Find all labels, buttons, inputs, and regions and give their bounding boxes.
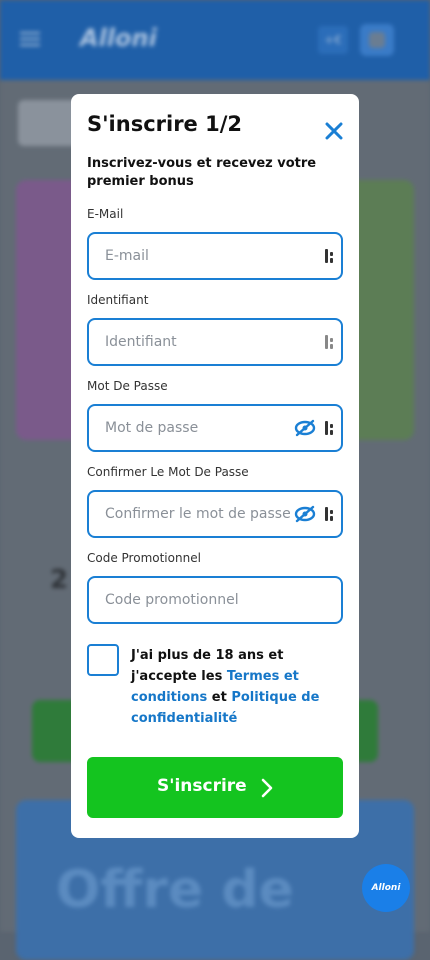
promo-code-field-wrapper <box>87 576 343 624</box>
close-icon[interactable] <box>323 120 345 142</box>
eye-off-icon[interactable] <box>294 505 316 523</box>
deposit-button: +€ <box>318 26 348 54</box>
password-manager-icon[interactable] <box>325 335 335 349</box>
modal-subtitle: Inscrivez-vous et recevez votre premier … <box>87 156 317 189</box>
username-field[interactable] <box>105 320 293 364</box>
menu-icon <box>20 32 40 46</box>
chat-support-button[interactable]: Alloni <box>362 864 410 912</box>
account-button <box>360 24 394 56</box>
top-bar: Alloni +€ <box>0 0 430 80</box>
eye-off-icon[interactable] <box>294 419 316 437</box>
password-manager-icon[interactable] <box>325 249 335 263</box>
password-field-wrapper <box>87 404 343 452</box>
confirm-password-field[interactable] <box>105 492 293 536</box>
banner-text: 2 <box>50 565 69 595</box>
password-manager-icon[interactable] <box>325 507 335 521</box>
terms-text: J'ai plus de 18 ans et j'accepte les Ter… <box>131 645 343 729</box>
age-terms-checkbox[interactable] <box>87 644 119 676</box>
offer-card-title: Offre de <box>56 860 294 920</box>
password-manager-icon[interactable] <box>325 421 335 435</box>
modal-title: S'inscrire 1/2 <box>87 112 243 136</box>
email-field[interactable] <box>105 234 293 278</box>
brand-logo: Alloni <box>80 24 157 52</box>
email-field-wrapper <box>87 232 343 280</box>
signup-modal: S'inscrire 1/2 Inscrivez-vous et recevez… <box>71 94 359 838</box>
terms-text-middle: et <box>207 690 232 705</box>
promo-code-field[interactable] <box>105 578 293 622</box>
password-label: Mot De Passe <box>87 379 168 393</box>
signup-submit-button[interactable]: S'inscrire <box>87 757 343 818</box>
signup-submit-label: S'inscrire <box>157 776 247 796</box>
user-icon <box>369 32 385 48</box>
confirm-password-label: Confirmer Le Mot De Passe <box>87 465 249 479</box>
category-chip <box>18 100 78 146</box>
confirm-password-field-wrapper <box>87 490 343 538</box>
password-field[interactable] <box>105 406 293 450</box>
promo-code-label: Code Promotionnel <box>87 551 201 565</box>
chevron-right-icon <box>261 778 273 798</box>
username-label: Identifiant <box>87 293 149 307</box>
username-field-wrapper <box>87 318 343 366</box>
email-label: E-Mail <box>87 207 124 221</box>
